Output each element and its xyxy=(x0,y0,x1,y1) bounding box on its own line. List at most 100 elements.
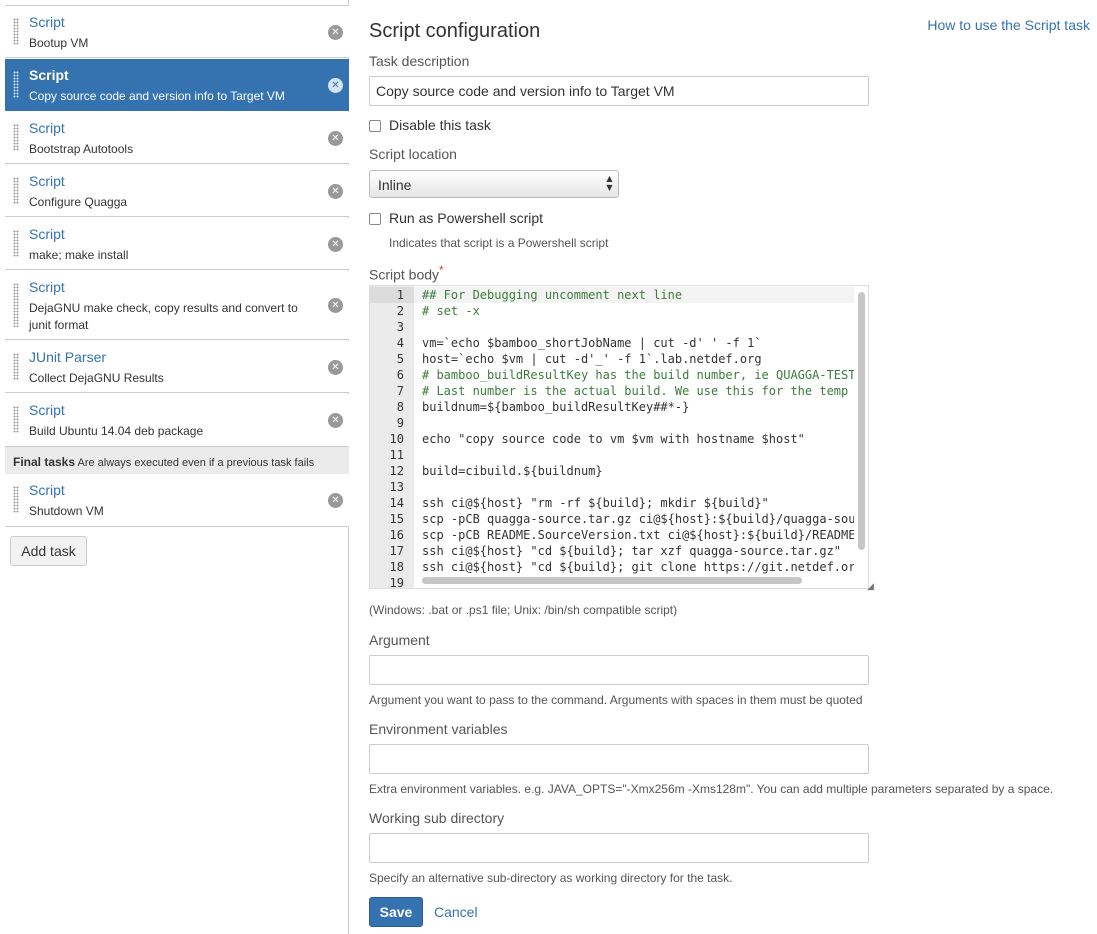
grip-handle-icon[interactable] xyxy=(13,71,19,98)
disable-task-label: Disable this task xyxy=(389,117,491,133)
code-line: ssh ci@${host} "rm -rf ${build}; mkdir $… xyxy=(422,496,769,510)
delete-circle-icon[interactable]: ✕ xyxy=(328,184,343,199)
resize-handle-icon[interactable]: ◢ xyxy=(867,582,877,592)
code-line: host=`echo $vm | cut -d'_' -f 1`.lab.net… xyxy=(422,352,762,366)
script-body-label-text: Script body xyxy=(369,266,440,283)
powershell-help: Indicates that script is a Powershell sc… xyxy=(389,236,609,250)
task-item-copy-source[interactable]: Script Copy source code and version info… xyxy=(5,59,349,111)
delete-circle-icon[interactable]: ✕ xyxy=(328,131,343,146)
delete-circle-icon[interactable]: ✕ xyxy=(328,25,343,40)
code-area[interactable]: ## For Debugging uncomment next line # se… xyxy=(422,286,854,576)
save-button[interactable]: Save xyxy=(369,897,423,927)
task-description: Configure Quagga xyxy=(29,195,128,209)
script-location-value: Inline xyxy=(378,177,412,193)
task-item-shutdown-vm[interactable]: Script Shutdown VM ✕ xyxy=(5,474,349,527)
task-title: Script xyxy=(29,279,65,295)
powershell-checkbox[interactable] xyxy=(369,213,381,225)
vertical-scrollbar[interactable] xyxy=(858,292,865,550)
line-number: 16 xyxy=(389,528,404,542)
code-line: ssh ci@${host} "cd ${build}; tar xzf qua… xyxy=(422,544,842,558)
working-dir-help: Specify an alternative sub-directory as … xyxy=(369,871,733,885)
delete-circle-icon[interactable]: ✕ xyxy=(328,493,343,508)
code-line: ssh ci@${host} "cd ${build}; git clone h… xyxy=(422,560,854,574)
horizontal-scrollbar[interactable] xyxy=(422,577,802,584)
line-number: 11 xyxy=(389,448,404,462)
task-description: Shutdown VM xyxy=(29,504,104,518)
code-line: buildnum=${bamboo_buildResultKey##*-} xyxy=(422,400,690,414)
final-tasks-header: Final tasks Are always executed even if … xyxy=(5,447,349,475)
task-item-bootstrap-autotools[interactable]: Script Bootstrap Autotools ✕ xyxy=(5,112,349,164)
final-tasks-note: Are always executed even if a previous t… xyxy=(77,457,315,469)
powershell-checkbox-row[interactable]: Run as Powershell script xyxy=(369,210,629,228)
select-arrows-icon: ▲ ▼ xyxy=(606,174,613,192)
line-number: 3 xyxy=(396,320,404,334)
grip-handle-icon[interactable] xyxy=(13,230,19,257)
argument-input[interactable] xyxy=(369,655,869,685)
task-description-input[interactable] xyxy=(369,76,869,106)
task-title: Script xyxy=(29,482,65,498)
line-number: 15 xyxy=(389,512,404,526)
line-number: 12 xyxy=(389,464,404,478)
disable-task-checkbox[interactable] xyxy=(369,120,381,132)
grip-handle-icon[interactable] xyxy=(13,406,19,433)
argument-label: Argument xyxy=(369,632,430,648)
code-line: vm=`echo $bamboo_shortJobName | cut -d' … xyxy=(422,336,762,350)
script-body-editor[interactable]: 1 2 3 4 5 6 7 8 9 10 11 12 13 14 15 16 17 18 19 ## For Deb… xyxy=(369,285,869,589)
task-description: Bootup VM xyxy=(29,36,89,50)
delete-circle-icon[interactable]: ✕ xyxy=(328,360,343,375)
disable-task-checkbox-row[interactable]: Disable this task xyxy=(369,117,569,135)
line-number: 10 xyxy=(389,432,404,446)
grip-handle-icon[interactable] xyxy=(13,283,19,327)
working-dir-label: Working sub directory xyxy=(369,810,505,826)
cancel-link[interactable]: Cancel xyxy=(434,904,478,920)
help-link[interactable]: How to use the Script task xyxy=(927,17,1090,33)
code-line: ## For Debugging uncomment next line xyxy=(422,288,683,302)
task-item-dejagnu-check[interactable]: Script DejaGNU make check, copy results … xyxy=(5,271,349,340)
task-description: Bootstrap Autotools xyxy=(29,142,134,156)
code-line: scp -pCB README.SourceVersion.txt ci@${h… xyxy=(422,528,854,542)
grip-handle-icon[interactable] xyxy=(13,124,19,151)
task-item-configure-quagga[interactable]: Script Configure Quagga ✕ xyxy=(5,165,349,217)
add-task-button[interactable]: Add task xyxy=(10,536,87,566)
line-number: 18 xyxy=(389,560,404,574)
task-description: DejaGNU make check, copy results and con… xyxy=(29,301,298,332)
code-line: echo "copy source code to vm $vm with ho… xyxy=(422,432,805,446)
task-list-sidebar: Script Bootup VM ✕ Script Copy source co… xyxy=(5,0,349,934)
final-tasks-title: Final tasks xyxy=(13,455,76,469)
line-number: 13 xyxy=(389,480,404,494)
task-description: make; make install xyxy=(29,248,129,262)
delete-circle-icon[interactable]: ✕ xyxy=(328,413,343,428)
delete-circle-icon[interactable]: ✕ xyxy=(328,78,343,93)
delete-circle-icon[interactable]: ✕ xyxy=(328,298,343,313)
line-number: 4 xyxy=(396,336,404,350)
delete-circle-icon[interactable]: ✕ xyxy=(328,237,343,252)
line-number: 17 xyxy=(389,544,404,558)
code-line: scp -pCB quagga-source.tar.gz ci@${host}… xyxy=(422,512,854,526)
line-number: 6 xyxy=(396,368,404,382)
line-number: 19 xyxy=(389,576,404,589)
task-item-junit-parser[interactable]: JUnit Parser Collect DejaGNU Results ✕ xyxy=(5,341,349,393)
script-location-select[interactable]: Inline ▲ ▼ xyxy=(369,170,619,198)
grip-handle-icon[interactable] xyxy=(13,486,19,513)
grip-handle-icon[interactable] xyxy=(13,353,19,380)
page-title: Script configuration xyxy=(369,20,541,42)
task-title: Script xyxy=(29,173,65,189)
working-dir-input[interactable] xyxy=(369,833,869,863)
env-vars-input[interactable] xyxy=(369,744,869,774)
powershell-label: Run as Powershell script xyxy=(389,210,544,226)
grip-handle-icon[interactable] xyxy=(13,177,19,204)
line-number: 9 xyxy=(396,416,404,430)
line-number: 5 xyxy=(396,352,404,366)
task-item-bootup-vm[interactable]: Script Bootup VM ✕ xyxy=(5,6,349,58)
task-description: Build Ubuntu 14.04 deb package xyxy=(29,424,204,438)
script-body-label: Script body* xyxy=(369,264,444,283)
task-description-label: Task description xyxy=(369,53,470,69)
task-item-make-install[interactable]: Script make; make install ✕ xyxy=(5,218,349,270)
env-vars-help: Extra environment variables. e.g. JAVA_O… xyxy=(369,782,1054,796)
task-title: Script xyxy=(29,402,65,418)
grip-handle-icon[interactable] xyxy=(13,18,19,45)
task-item-build-deb[interactable]: Script Build Ubuntu 14.04 deb package ✕ xyxy=(5,394,349,447)
task-title: JUnit Parser xyxy=(29,349,107,365)
code-line: # bamboo_buildResultKey has the build nu… xyxy=(422,368,854,382)
code-line: # Last number is the actual build. We us… xyxy=(422,384,849,398)
